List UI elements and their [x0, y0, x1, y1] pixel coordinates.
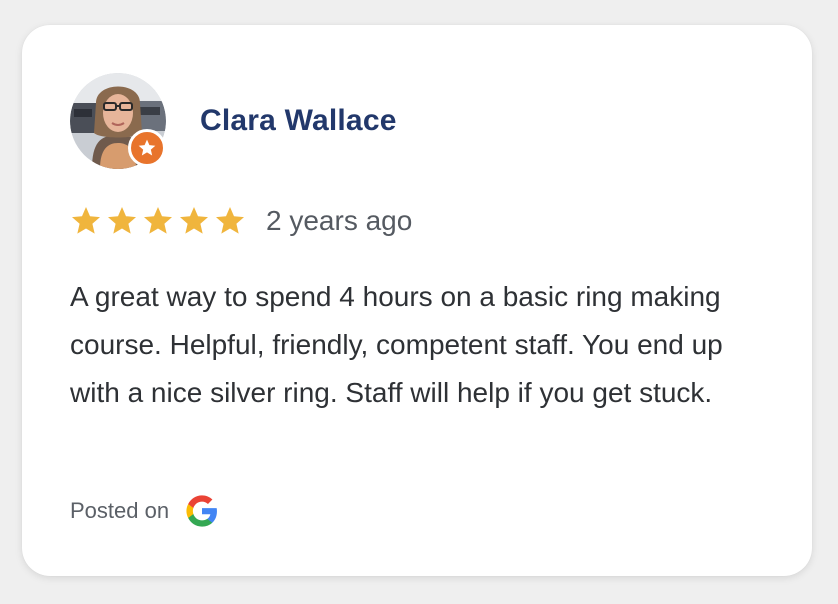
star-icon — [72, 207, 100, 234]
google-icon[interactable] — [185, 494, 219, 528]
posted-on: Posted on — [70, 493, 219, 529]
star-icon — [180, 207, 208, 234]
review-text: A great way to spend 4 hours on a basic … — [70, 281, 723, 408]
avatar[interactable] — [70, 73, 166, 169]
reviewer-name[interactable]: Clara Wallace — [200, 104, 397, 138]
star-icon — [108, 207, 136, 234]
review-card: Clara Wallace 2 years ago A great way to… — [22, 25, 812, 576]
star-icon — [216, 207, 244, 234]
star-rating — [70, 205, 246, 237]
local-guide-star-icon — [128, 129, 166, 167]
rating-row: 2 years ago — [70, 201, 412, 241]
review-header: Clara Wallace — [70, 73, 397, 169]
posted-on-label: Posted on — [70, 498, 170, 523]
star-icon — [144, 207, 172, 234]
review-time: 2 years ago — [266, 205, 413, 236]
